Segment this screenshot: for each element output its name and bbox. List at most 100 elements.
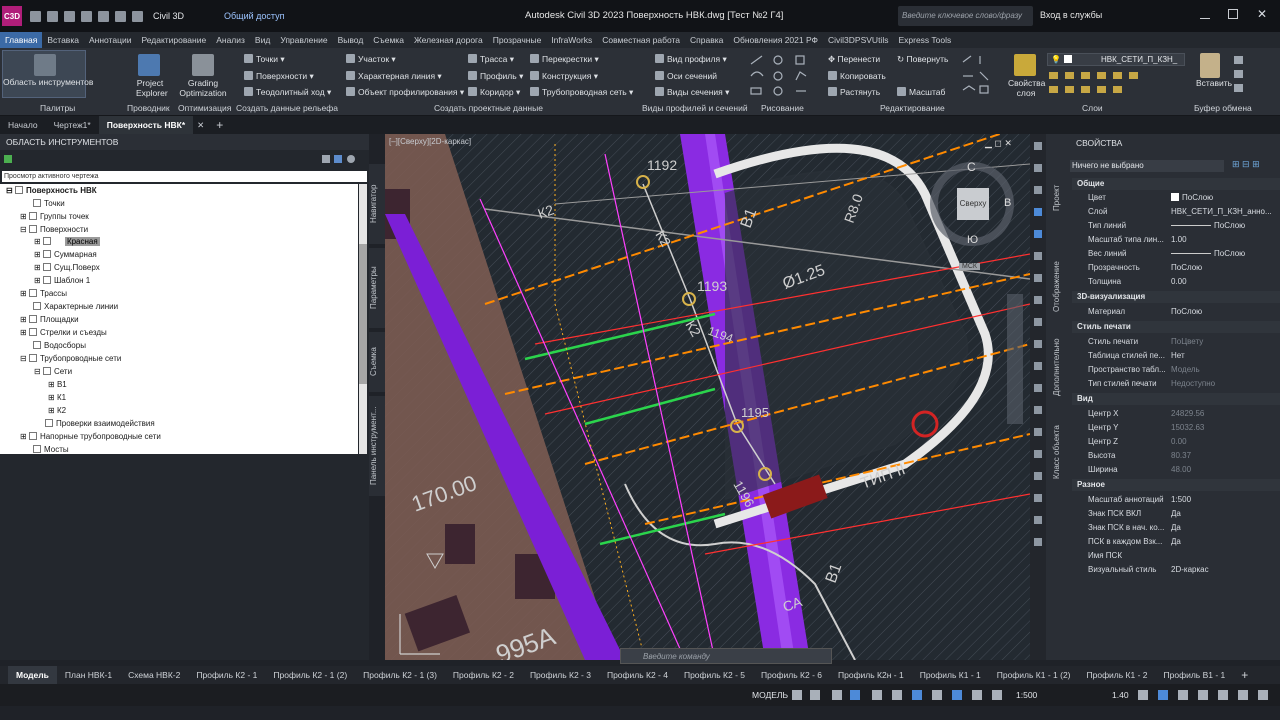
tab-updates[interactable]: Обновления 2021 РФ [728,35,823,45]
feature-line-button[interactable]: Характерная линия ▾ [346,71,442,82]
tab-layout[interactable]: Профиль К2 - 6 [753,670,830,680]
tree-item-pipe-networks[interactable]: ⊟ Трубопроводные сети [20,353,121,365]
side-tab-navigator[interactable]: Навигатор [369,164,385,244]
side-tab-settings[interactable]: Параметры [369,248,385,328]
model-space-toggle[interactable]: МОДЕЛЬ [752,690,788,700]
move-button[interactable]: ✥ Перенести [828,54,880,65]
clipboard-tools[interactable] [1232,54,1246,94]
parcel-button[interactable]: Участок ▾ [346,54,396,65]
layer-properties-label[interactable]: Свойства слоя [1008,78,1045,98]
tab-infraworks[interactable]: InfraWorks [546,35,597,45]
points-button[interactable]: Точки ▾ [244,54,285,65]
tab-view[interactable]: Вид [250,35,275,45]
prop-value[interactable]: ПоСлою [1171,249,1245,258]
tree-item-network-k2[interactable]: ⊞ К2 [48,405,66,417]
pipe-network-button[interactable]: Трубопроводная сеть ▾ [530,87,633,98]
tab-layout[interactable]: Профиль К1 - 2 [1079,670,1156,680]
tree-item-bridges[interactable]: Мосты [33,444,69,454]
tab-surface-nvk[interactable]: Поверхность НВК* [98,116,194,134]
command-line[interactable]: Введите команду [620,648,832,664]
redo-icon[interactable] [132,10,143,22]
wcs-menu[interactable]: МСК [959,263,980,270]
alignment-button[interactable]: Трасса ▾ [468,54,514,65]
panel-ground[interactable]: Создать данные рельефа [236,103,338,113]
new-icon[interactable] [30,10,41,22]
maximize-icon[interactable] [1228,9,1238,19]
tab-rail[interactable]: Железная дорога [409,35,488,45]
props-tab-extended[interactable]: Дополнительно [1052,332,1068,402]
tab-layout[interactable]: Профиль К2 - 1 (2) [265,670,355,680]
tree-item-surfaces[interactable]: ⊟ Поверхности [20,224,88,236]
layer-properties-icon[interactable] [1014,54,1036,76]
tab-analyze[interactable]: Анализ [211,35,250,45]
grading-label[interactable]: Grading Optimization [178,78,228,98]
panel-draw[interactable]: Рисование [761,103,804,113]
toolspace-buttons[interactable] [322,155,356,164]
tab-layout[interactable]: Профиль К1 - 1 (2) [989,670,1079,680]
viewport-controls-label[interactable]: [–][Сверху][2D-каркас] [389,137,471,146]
close-icon[interactable]: ✕ [1257,7,1267,21]
tab-psvutils[interactable]: Civil3DPSVUtils [823,35,893,45]
copy-button[interactable]: Копировать [828,71,886,81]
prop-value[interactable]: 1:500 [1171,495,1191,504]
prop-value[interactable]: ПоСлою [1171,307,1202,316]
tab-layout[interactable]: Схема НВК-2 [120,670,188,680]
tree-scrollbar[interactable] [359,184,367,454]
project-explorer-icon[interactable] [138,54,160,76]
prop-value[interactable]: ПоСлою [1171,263,1202,272]
tree-item-surface-sum[interactable]: ⊞ Суммарная [34,249,97,261]
layer-tools[interactable] [1047,70,1185,98]
tree-item-feature-lines[interactable]: Характерные линии [33,301,118,313]
tab-home[interactable]: Главная [0,32,43,48]
prop-value[interactable]: ПоСлою [1171,193,1213,202]
drafting-toggles[interactable] [792,689,1007,701]
paste-icon[interactable] [1200,53,1220,78]
new-tab-icon[interactable]: + [208,116,231,134]
stretch-button[interactable]: Растянуть [828,87,880,97]
section-3d[interactable]: 3D-визуализация [1072,291,1280,303]
tab-annotate[interactable]: Аннотации [84,35,137,45]
tree-item-catchments[interactable]: Водосборы [33,340,86,352]
tab-layout[interactable]: Профиль К2 - 4 [599,670,676,680]
tab-modify[interactable]: Редактирование [136,35,211,45]
tab-layout[interactable]: План НВК-1 [57,670,120,680]
prop-value[interactable]: 0.00 [1171,277,1187,286]
profile-object-button[interactable]: Объект профилирования ▾ [346,87,464,98]
add-layout-icon[interactable]: + [1233,668,1256,682]
tree-item-template[interactable]: ⊞ Шаблон 1 [34,275,90,287]
viewport-window-controls[interactable]: ▁ ◻ ✕ [985,138,1012,149]
modify-tools[interactable] [960,52,1004,98]
prop-value[interactable]: Да [1171,509,1181,518]
save-icon[interactable] [64,10,75,22]
annotation-scale[interactable]: 1:500 [1016,690,1037,700]
undo-icon[interactable] [115,10,126,22]
workspace-select[interactable]: Civil 3D [153,11,184,21]
open-icon[interactable] [47,10,58,22]
save-as-icon[interactable] [81,10,92,22]
layer-dropdown[interactable]: 💡 НВК_СЕТИ_П_КЗН_ [1047,53,1185,66]
tab-layout[interactable]: Профиль К1 - 1 [912,670,989,680]
tab-express-tools[interactable]: Express Tools [893,35,956,45]
quick-select-icons[interactable]: ⊞ ⊟ ⊞ [1232,159,1260,170]
profile-button[interactable]: Профиль ▾ [468,71,523,82]
drawing-viewport[interactable]: 1192 1193 1194 1195 1196 К2 К2 К2 В1 В1 … [385,134,1030,660]
tree-item-surface-red[interactable]: Красная [64,237,100,246]
tree-item-alignments[interactable]: ⊞ Трассы [20,288,67,300]
side-tab-toolbox[interactable]: Панель инструмент... [369,396,385,496]
props-tab-object-class[interactable]: Класс объекта [1052,422,1068,482]
tab-layout[interactable]: Профиль К2н - 1 [830,670,912,680]
tree-item-points[interactable]: Точки [33,198,65,210]
prop-value[interactable]: НВК_СЕТИ_П_КЗН_анно... [1171,207,1272,216]
search-input[interactable]: Введите ключевое слово/фразу [898,6,1033,26]
panel-layers[interactable]: Слои [1082,103,1103,113]
properties-toolbar[interactable] [1030,134,1046,660]
minimize-icon[interactable] [1200,9,1210,19]
navigation-bar[interactable] [1007,294,1023,424]
scale-button[interactable]: Масштаб [897,87,945,97]
surfaces-button[interactable]: Поверхности ▾ [244,71,314,82]
tree-scroll-thumb[interactable] [359,244,367,384]
paste-label[interactable]: Вставить [1196,78,1232,88]
draw-tools-icons[interactable] [748,52,820,98]
tree-item-ramps[interactable]: ⊞ Стрелки и съезды [20,327,107,339]
traverse-button[interactable]: Теодолитный ход ▾ [244,87,331,98]
